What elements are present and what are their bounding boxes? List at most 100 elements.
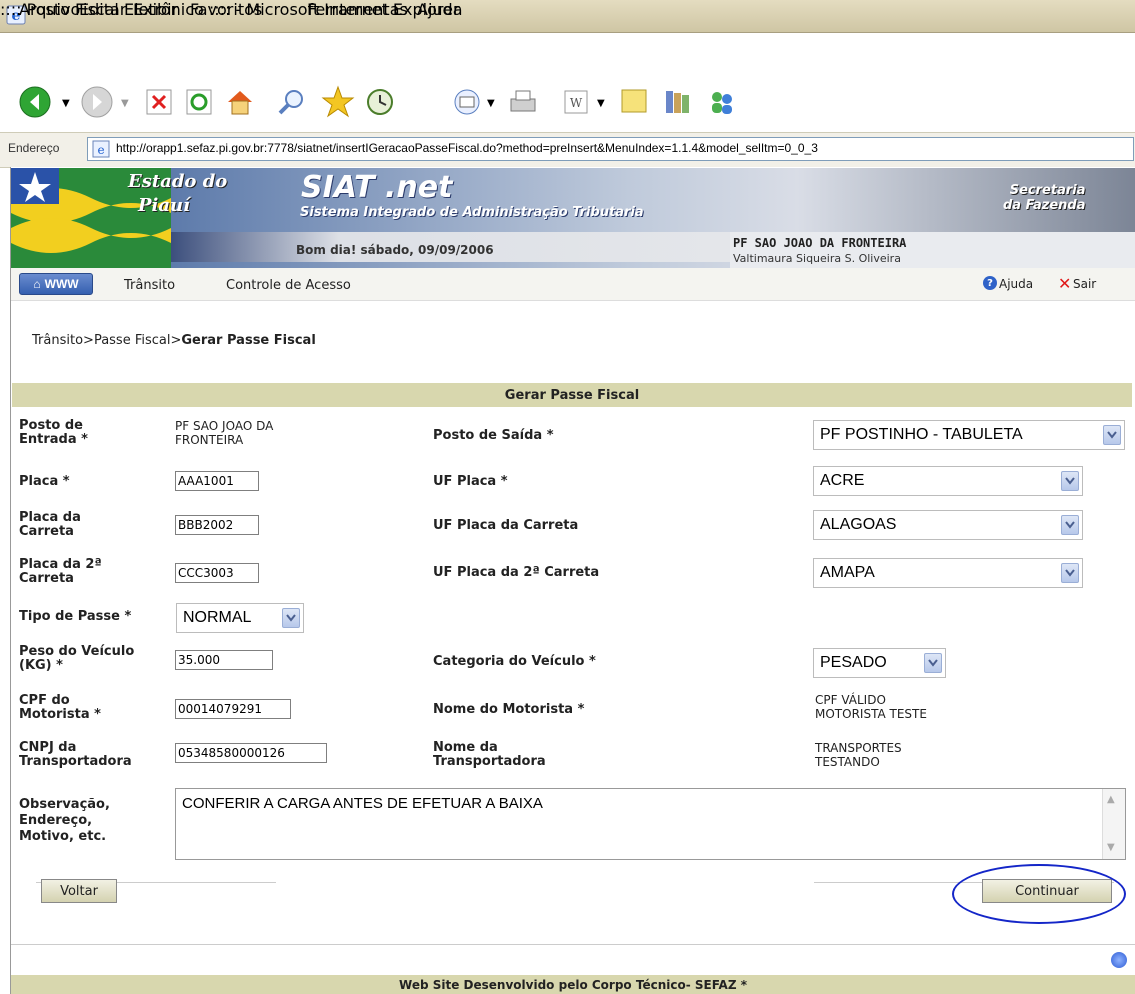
- mail-dropdown-icon[interactable]: ▼: [487, 98, 495, 109]
- address-url: http://orapp1.sefaz.pi.gov.br:7778/siatn…: [116, 141, 818, 155]
- forward-dropdown-icon[interactable]: ▼: [121, 98, 129, 109]
- siat-title: SIAT .net: [301, 170, 453, 205]
- tipo-passe-select[interactable]: NORMAL: [176, 603, 304, 633]
- breadcrumb-current: Gerar Passe Fiscal: [181, 333, 316, 348]
- uf-placa-select[interactable]: ACRE: [813, 466, 1083, 496]
- uf-placa-label: UF Placa *: [433, 474, 508, 489]
- posto-entrada-value: PF SAO JOAO DA FRONTEIRA: [175, 419, 274, 447]
- nome-motorista-label: Nome do Motorista *: [433, 702, 585, 717]
- back-icon[interactable]: [15, 82, 55, 122]
- breadcrumb: Trânsito>Passe Fiscal>Gerar Passe Fiscal: [32, 333, 316, 348]
- secretaria-fazenda-title: Secretaria da Fazenda: [1003, 183, 1086, 213]
- forward-icon[interactable]: [77, 82, 117, 122]
- menu-favoritos[interactable]: Favoritos: [190, 0, 262, 19]
- scroll-top-icon[interactable]: [1111, 952, 1127, 968]
- uf-carreta-value: ALAGOAS: [820, 516, 897, 533]
- menu-editar[interactable]: Editar: [79, 0, 126, 19]
- cpf-input[interactable]: [175, 699, 291, 719]
- print-icon[interactable]: [503, 82, 543, 122]
- uf-2carreta-select[interactable]: AMAPA: [813, 558, 1083, 588]
- menu-bar: [0, 33, 1135, 73]
- word-dropdown-icon[interactable]: ▼: [597, 98, 605, 109]
- highlight-ellipse: [952, 864, 1126, 924]
- favorites-icon[interactable]: [318, 82, 358, 122]
- www-label: WWW: [44, 277, 79, 291]
- uf-2carreta-label: UF Placa da 2ª Carreta: [433, 565, 600, 580]
- peso-input[interactable]: [175, 650, 273, 670]
- nav-bar: [11, 268, 1135, 301]
- home-icon[interactable]: [220, 82, 260, 122]
- ajuda-link[interactable]: Ajuda: [999, 277, 1033, 291]
- chevron-down-icon[interactable]: [1061, 471, 1079, 491]
- refresh-icon[interactable]: [179, 82, 219, 122]
- categoria-value: PESADO: [820, 654, 887, 671]
- tipo-passe-label: Tipo de Passe *: [19, 609, 132, 624]
- mail-icon[interactable]: [447, 82, 487, 122]
- tipo-passe-value: NORMAL: [183, 609, 252, 626]
- scroll-down-icon[interactable]: ▼: [1107, 842, 1115, 853]
- observacao-label: Observação, Endereço, Motivo, etc.: [19, 797, 110, 844]
- nome-transportadora-value: TRANSPORTES TESTANDO: [815, 741, 902, 769]
- sair-link[interactable]: Sair: [1073, 277, 1096, 291]
- chevron-down-icon[interactable]: [1103, 425, 1121, 445]
- history-icon[interactable]: [360, 82, 400, 122]
- breadcrumb-passe-fiscal[interactable]: Passe Fiscal: [94, 333, 171, 348]
- uf-carreta-select[interactable]: ALAGOAS: [813, 510, 1083, 540]
- nav-transito[interactable]: Trânsito: [124, 278, 175, 293]
- placa-input[interactable]: [175, 471, 259, 491]
- address-label: Endereço: [8, 141, 60, 155]
- svg-text:e: e: [97, 143, 104, 157]
- chevron-down-icon[interactable]: [1061, 515, 1079, 535]
- help-icon[interactable]: ?: [983, 276, 997, 290]
- messenger-icon[interactable]: [702, 82, 742, 122]
- scroll-up-icon[interactable]: ▲: [1107, 794, 1115, 805]
- footer-divider: [11, 944, 1135, 945]
- posto-name: PF SAO JOAO DA FRONTEIRA: [733, 236, 907, 250]
- back-dropdown-icon[interactable]: ▼: [62, 98, 70, 109]
- stop-icon[interactable]: [139, 82, 179, 122]
- home-small-icon: ⌂: [33, 277, 41, 291]
- menu-arquivo[interactable]: Arquivo: [19, 0, 80, 19]
- nome-transportadora-label: Nome da Transportadora: [433, 740, 546, 769]
- nav-controle-acesso[interactable]: Controle de Acesso: [226, 278, 351, 293]
- chevron-down-icon[interactable]: [924, 653, 942, 673]
- placa-carreta-input[interactable]: [175, 515, 259, 535]
- posto-saida-select[interactable]: PF POSTINHO - TABULETA: [813, 420, 1125, 450]
- voltar-button[interactable]: Voltar: [41, 879, 117, 903]
- siat-subtitle: Sistema Integrado de Administração Tribu…: [300, 205, 644, 220]
- placa-label: Placa *: [19, 474, 70, 489]
- user-name: Valtimaura Siqueira S. Oliveira: [733, 252, 901, 265]
- uf-2carreta-value: AMAPA: [820, 564, 875, 581]
- cpf-label: CPF do Motorista *: [19, 693, 101, 722]
- menu-exibir[interactable]: Exibir: [133, 0, 178, 19]
- menu-ferramentas[interactable]: Ferramentas: [307, 0, 408, 19]
- placa-carreta-label: Placa da Carreta: [19, 510, 81, 539]
- breadcrumb-transito[interactable]: Trânsito: [32, 333, 83, 348]
- categoria-label: Categoria do Veículo *: [433, 654, 596, 669]
- www-button[interactable]: ⌂ WWW: [19, 273, 93, 295]
- observacao-textarea[interactable]: CONFERIR A CARGA ANTES DE EFETUAR A BAIX…: [175, 788, 1126, 860]
- chevron-down-icon[interactable]: [282, 608, 300, 628]
- placa-2carreta-input[interactable]: [175, 563, 259, 583]
- notes-icon[interactable]: [614, 82, 654, 122]
- posto-saida-label: Posto de Saída *: [433, 428, 554, 443]
- peso-label: Peso do Veículo (KG) *: [19, 644, 135, 673]
- posto-entrada-label: Posto de Entrada *: [19, 418, 88, 447]
- footer-text: Web Site Desenvolvido pelo Corpo Técnico…: [11, 975, 1135, 994]
- breadcrumb-separator: >: [170, 333, 182, 348]
- search-icon[interactable]: [272, 82, 312, 122]
- cnpj-label: CNPJ da Transportadora: [19, 740, 132, 769]
- research-icon[interactable]: [658, 82, 698, 122]
- menu-ajuda[interactable]: Ajuda: [417, 0, 463, 19]
- svg-text:W: W: [570, 96, 583, 110]
- uf-carreta-label: UF Placa da Carreta: [433, 518, 579, 533]
- close-icon[interactable]: ✕: [1058, 274, 1071, 293]
- categoria-select[interactable]: PESADO: [813, 648, 946, 678]
- estado-piaui-title: Estado do Piauí: [128, 171, 228, 216]
- chevron-down-icon[interactable]: [1061, 563, 1079, 583]
- word-icon[interactable]: W: [556, 82, 596, 122]
- page-icon: e: [92, 140, 110, 158]
- nome-motorista-value: CPF VÁLIDO MOTORISTA TESTE: [815, 693, 927, 721]
- greeting-text: Bom dia! sábado, 09/09/2006: [296, 243, 494, 257]
- cnpj-input[interactable]: [175, 743, 327, 763]
